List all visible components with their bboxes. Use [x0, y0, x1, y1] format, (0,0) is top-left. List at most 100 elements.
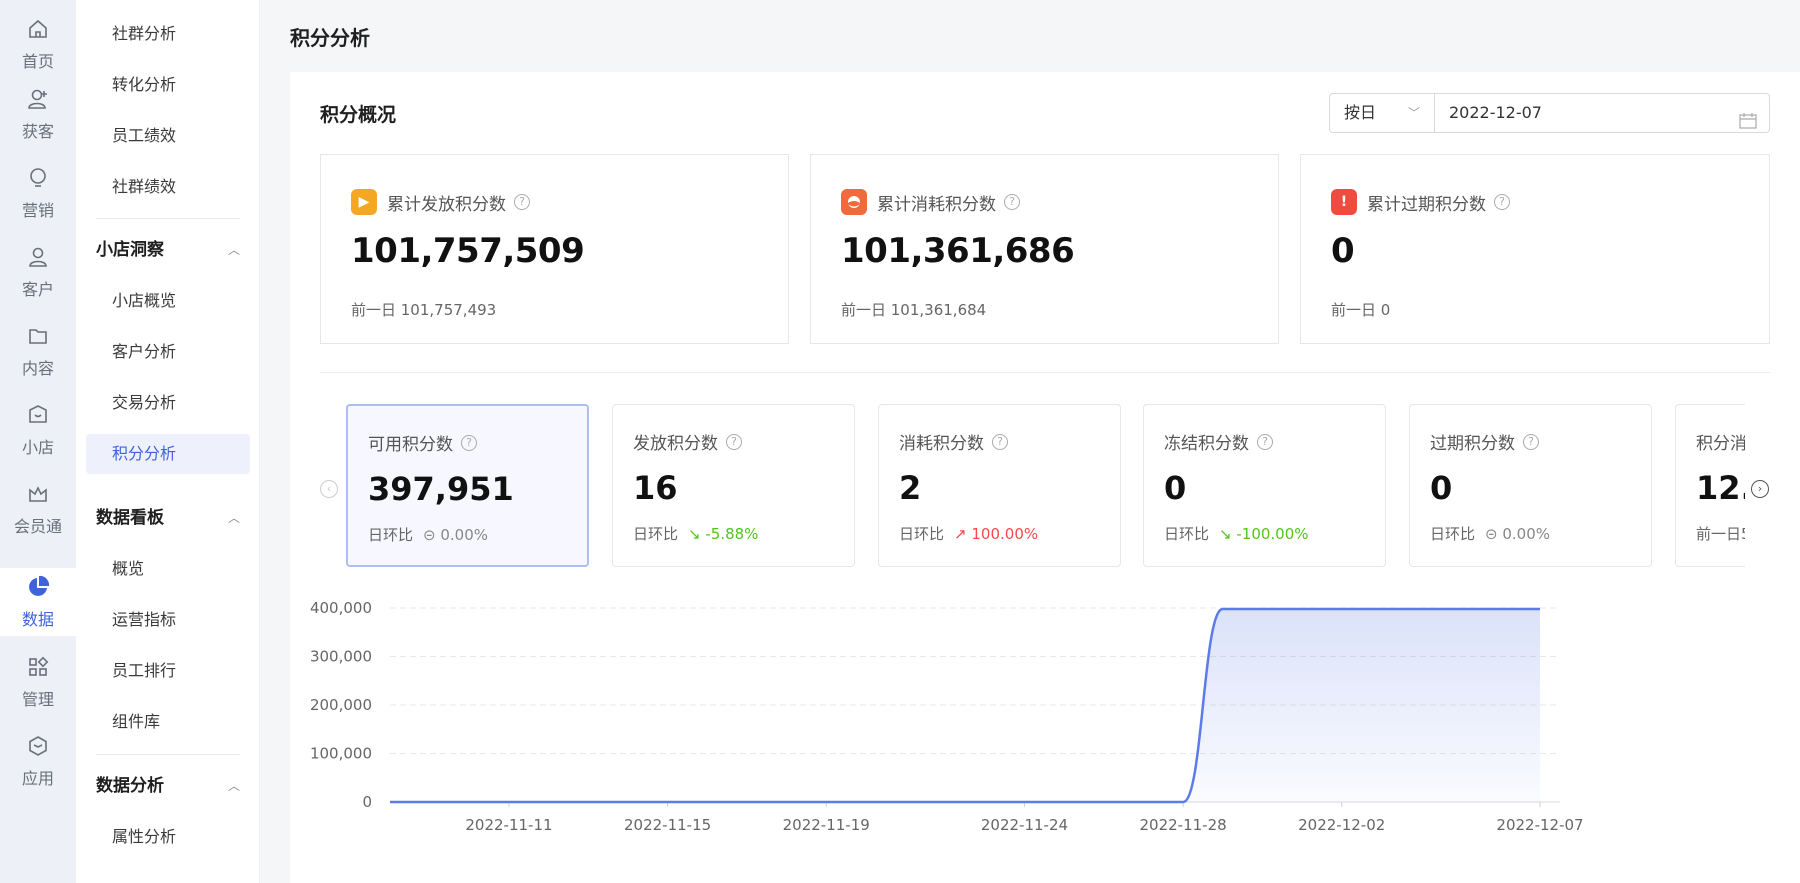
- rail-item-acquire[interactable]: 获客: [0, 78, 76, 150]
- rail-item-data[interactable]: 数据: [0, 568, 76, 636]
- points-trend-chart: 400,000 300,000 200,000 100,000 0 2022-11-11…: [310, 599, 1584, 834]
- calendar-icon[interactable]: [1739, 105, 1757, 129]
- range-select[interactable]: 按日 ﹀: [1329, 93, 1435, 133]
- metric-change: 0.00%: [1502, 525, 1551, 543]
- help-icon[interactable]: ?: [1494, 194, 1510, 210]
- y-tick-label: 300,000: [310, 648, 372, 666]
- rail-label: 营销: [21, 201, 54, 220]
- kpi-title: 累计发放积分数: [387, 194, 506, 215]
- nav-item-community-performance[interactable]: 社群绩效: [86, 167, 250, 207]
- x-tick-label: 2022-11-24: [981, 816, 1068, 834]
- page-title: 积分分析: [290, 26, 370, 50]
- grid-icon: [25, 654, 51, 680]
- nav-item-staff-ranking[interactable]: 员工排行: [86, 651, 250, 691]
- rail-label: 小店: [21, 438, 54, 457]
- help-icon[interactable]: ?: [1257, 433, 1273, 450]
- rail-item-shop[interactable]: 小店: [0, 394, 76, 466]
- metric-change: 0.00%: [440, 526, 489, 544]
- consume-icon: [841, 189, 867, 215]
- nav-item-staff-performance[interactable]: 员工绩效: [86, 116, 250, 156]
- kpi-title: 累计消耗积分数: [877, 194, 996, 215]
- metric-card-issued[interactable]: 发放积分数? 16 日环比 ↘ -5.88%: [612, 404, 855, 567]
- help-icon[interactable]: ?: [992, 433, 1008, 450]
- rail-item-content[interactable]: 内容: [0, 315, 76, 387]
- nav-item-components[interactable]: 组件库: [86, 702, 250, 742]
- rail-item-manage[interactable]: 管理: [0, 646, 76, 718]
- rail-label: 数据: [21, 610, 54, 629]
- nav-item-attribute-analysis[interactable]: 属性分析: [86, 817, 250, 857]
- metric-change: -5.88%: [705, 525, 759, 543]
- carousel-next-icon[interactable]: ›: [1751, 480, 1769, 498]
- nav-item-overview[interactable]: 概览: [86, 549, 250, 589]
- x-tick-label: 2022-11-19: [783, 816, 870, 834]
- icon-rail: 首页 获客 营销 客户 内容 小店 会员通 数据 管理 应用: [0, 0, 76, 883]
- metric-title: 积分消: [1696, 434, 1745, 454]
- metrics-carousel: 可用积分数? 397,951 日环比 ⊝ 0.00% 发放积分数? 16 日环比 ↘…: [346, 402, 1745, 577]
- folder-icon: [25, 323, 51, 349]
- metric-card-expired[interactable]: 过期积分数? 0 日环比 ⊝ 0.00%: [1409, 404, 1652, 567]
- kpi-title: 累计过期积分数: [1367, 194, 1486, 215]
- help-icon[interactable]: ?: [726, 433, 742, 450]
- x-tick-label: 2022-11-28: [1140, 816, 1227, 834]
- rail-label: 获客: [21, 122, 54, 141]
- date-value: 2022-12-07: [1449, 103, 1542, 122]
- x-tick-label: 2022-11-11: [465, 816, 552, 834]
- rail-item-marketing[interactable]: 营销: [0, 157, 76, 229]
- range-select-value: 按日: [1344, 103, 1377, 122]
- nav-group-data-analysis[interactable]: 数据分析 ︿: [96, 766, 240, 806]
- metric-change-label: 日环比: [633, 525, 679, 543]
- y-tick-label: 200,000: [310, 696, 372, 714]
- rail-label: 内容: [21, 359, 54, 378]
- help-icon[interactable]: ?: [1004, 194, 1020, 210]
- section-title: 积分概况: [320, 104, 397, 126]
- nav-item-points-analysis[interactable]: 积分分析: [86, 434, 250, 474]
- metric-value: 0: [1430, 469, 1453, 507]
- nav-group-title: 数据分析: [96, 776, 164, 796]
- help-icon[interactable]: ?: [461, 434, 477, 451]
- chevron-down-icon: ﹀: [1407, 106, 1420, 120]
- metric-title: 发放积分数: [633, 434, 718, 454]
- help-icon[interactable]: ?: [514, 194, 530, 210]
- chevron-up-icon: ︿: [227, 511, 240, 525]
- carousel-prev-icon[interactable]: ‹: [320, 480, 338, 498]
- rail-item-apps[interactable]: 应用: [0, 725, 76, 797]
- kpi-card-consumed: 累计消耗积分数 ? 101,361,686 前一日 101,361,684: [810, 154, 1279, 344]
- rail-item-home[interactable]: 首页: [0, 8, 76, 80]
- y-tick-label: 100,000: [310, 745, 372, 763]
- kpi-prev: 前一日 101,757,493: [351, 301, 497, 319]
- metric-value: 12.5: [1696, 469, 1745, 507]
- metric-card-frozen[interactable]: 冻结积分数? 0 日环比 ↘ -100.00%: [1143, 404, 1386, 567]
- nav-item-shop-overview[interactable]: 小店概览: [86, 281, 250, 321]
- rail-item-customer[interactable]: 客户: [0, 236, 76, 308]
- nav-group-dashboard[interactable]: 数据看板 ︿: [96, 498, 240, 538]
- secondary-nav: 社群分析 转化分析 员工绩效 社群绩效 小店洞察 ︿ 小店概览 客户分析 交易分…: [76, 0, 260, 883]
- arrow-up-right-icon: ↗: [954, 525, 967, 543]
- metric-change-label: 日环比: [368, 526, 414, 544]
- shop-icon: [25, 402, 51, 428]
- metric-title: 消耗积分数: [899, 434, 984, 454]
- cube-icon: [25, 733, 51, 759]
- nav-item-customer-analysis[interactable]: 客户分析: [86, 332, 250, 372]
- metric-card-consume-rate[interactable]: 积分消 12.5 前一日5: [1675, 404, 1745, 567]
- kpi-value: 101,361,686: [841, 231, 1075, 271]
- metric-change-label: 前一日5: [1696, 525, 1745, 543]
- kpi-card-issued: ▶ 累计发放积分数 ? 101,757,509 前一日 101,757,493: [320, 154, 789, 344]
- date-picker-input[interactable]: 2022-12-07: [1434, 93, 1770, 133]
- nav-item-ops-metrics[interactable]: 运营指标: [86, 600, 250, 640]
- metric-change-label: 日环比: [1430, 525, 1476, 543]
- minus-circle-icon: ⊝: [1485, 525, 1498, 543]
- nav-item-conversion-analysis[interactable]: 转化分析: [86, 65, 250, 105]
- metric-card-consumed[interactable]: 消耗积分数? 2 日环比 ↗ 100.00%: [878, 404, 1121, 567]
- metric-change-label: 日环比: [1164, 525, 1210, 543]
- nav-divider: [96, 754, 240, 755]
- nav-group-shop-insight[interactable]: 小店洞察 ︿: [96, 230, 240, 270]
- bulb-icon: [25, 165, 51, 191]
- rail-label: 客户: [21, 280, 54, 299]
- metric-card-available[interactable]: 可用积分数? 397,951 日环比 ⊝ 0.00%: [346, 404, 589, 567]
- x-tick-label: 2022-12-02: [1298, 816, 1385, 834]
- help-icon[interactable]: ?: [1523, 433, 1539, 450]
- kpi-prev: 前一日 0: [1331, 301, 1391, 319]
- rail-item-member[interactable]: 会员通: [0, 473, 76, 545]
- nav-item-community-analysis[interactable]: 社群分析: [86, 14, 250, 54]
- nav-item-trade-analysis[interactable]: 交易分析: [86, 383, 250, 423]
